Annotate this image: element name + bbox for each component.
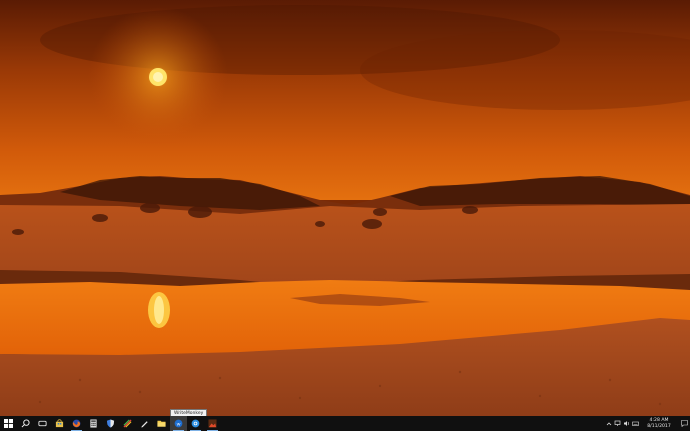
volume-button[interactable]	[622, 416, 631, 431]
writemonkey-button[interactable]: w	[170, 416, 187, 431]
keyboard-button[interactable]	[631, 416, 640, 431]
store-button[interactable]	[51, 416, 68, 431]
writemonkey-icon: w	[174, 419, 183, 428]
calculator-button[interactable]	[85, 416, 102, 431]
file-explorer-icon	[157, 420, 166, 427]
photos-button[interactable]	[204, 416, 221, 431]
volume-icon	[624, 421, 629, 426]
desktop-wallpaper	[0, 0, 690, 416]
notification-icon	[680, 420, 688, 427]
network-button[interactable]	[613, 416, 622, 431]
paint-icon	[123, 419, 132, 428]
clock[interactable]: 4:28 AM 8/11/2017	[640, 416, 678, 431]
browser-button[interactable]	[187, 416, 204, 431]
search-button[interactable]	[17, 416, 34, 431]
windows-start-icon	[4, 419, 13, 428]
calculator-icon	[90, 419, 97, 428]
security-button[interactable]	[102, 416, 119, 431]
show-hidden-icons-button[interactable]	[604, 416, 613, 431]
search-icon	[21, 419, 30, 428]
wallpaper-image	[0, 0, 690, 416]
chevron-up-icon	[606, 421, 611, 425]
photo-app-icon	[208, 419, 217, 428]
keyboard-icon	[632, 421, 639, 426]
task-view-icon	[38, 420, 47, 427]
globe-icon	[191, 419, 200, 428]
task-view-button[interactable]	[34, 416, 51, 431]
action-center-button[interactable]	[678, 416, 690, 431]
file-explorer-button[interactable]	[153, 416, 170, 431]
svg-text:w: w	[177, 422, 181, 427]
clock-date: 8/11/2017	[647, 423, 671, 429]
start-button[interactable]	[0, 416, 17, 431]
network-icon	[614, 420, 621, 426]
system-tray: 4:28 AM 8/11/2017	[604, 416, 690, 431]
shield-icon	[106, 419, 115, 428]
paint-button[interactable]	[119, 416, 136, 431]
pen-button[interactable]	[136, 416, 153, 431]
firefox-icon	[72, 419, 81, 428]
taskbar: w 4:28 AM 8/11/2017	[0, 416, 690, 431]
firefox-button[interactable]	[68, 416, 85, 431]
pen-icon	[141, 421, 148, 428]
store-icon	[55, 419, 64, 428]
